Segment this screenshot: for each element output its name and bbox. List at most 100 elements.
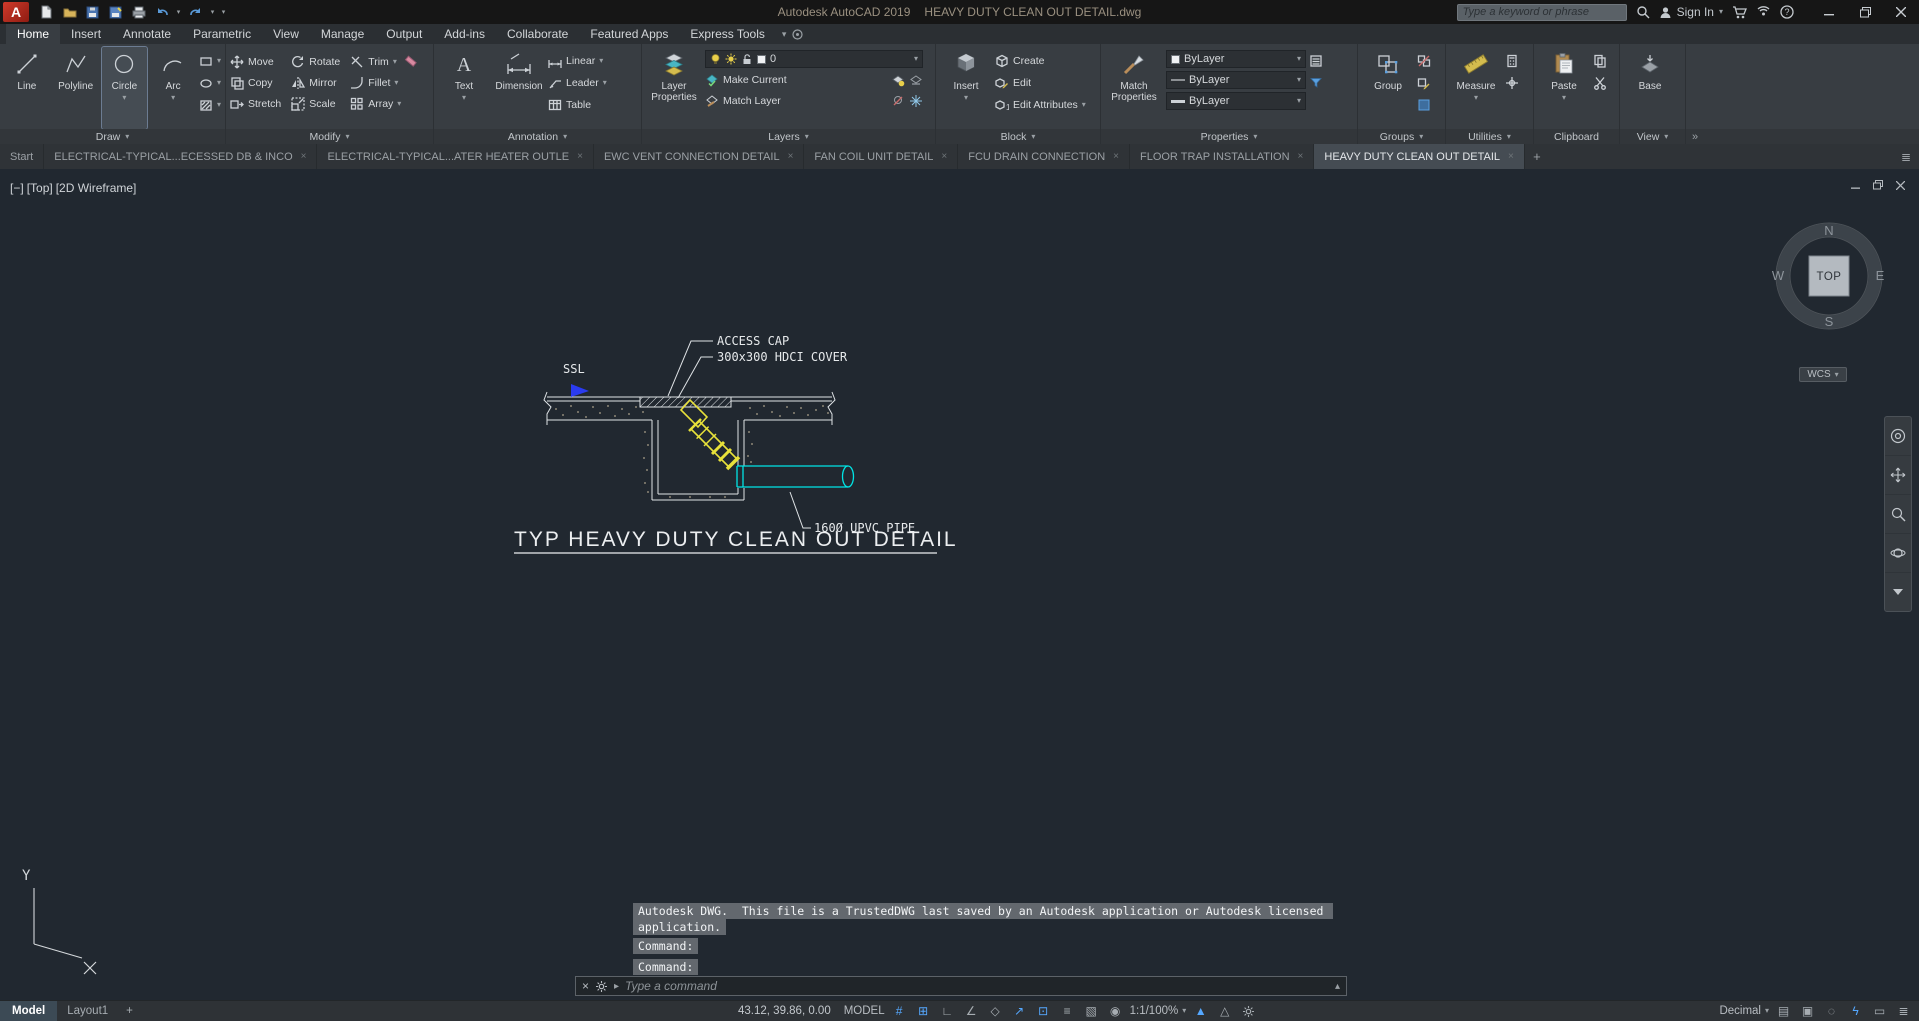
stretch-button[interactable]: Stretch <box>230 95 281 113</box>
ribbon-tab-featured-apps[interactable]: Featured Apps <box>579 24 679 44</box>
lineweight-dropdown[interactable]: ByLayer ▾ <box>1166 92 1306 110</box>
quick-select-button[interactable] <box>1309 74 1323 92</box>
insert-block-button[interactable]: Insert ▾ <box>940 47 992 129</box>
view-panel-label[interactable]: View ▾ <box>1620 129 1685 144</box>
redo-button[interactable] <box>185 2 206 22</box>
search-button[interactable] <box>1636 3 1650 21</box>
close-tab-icon[interactable]: × <box>1508 151 1514 162</box>
layout1-tab[interactable]: Layout1 <box>57 1001 118 1021</box>
new-file-button[interactable] <box>36 2 57 22</box>
ribbon-tab-collaborate[interactable]: Collaborate <box>496 24 579 44</box>
layer-dropdown[interactable]: 0 ▾ <box>705 50 923 68</box>
line-button[interactable]: Line <box>4 47 50 129</box>
command-customize-button[interactable] <box>595 980 608 993</box>
file-tab-active[interactable]: HEAVY DUTY CLEAN OUT DETAIL × <box>1314 144 1525 169</box>
open-file-button[interactable] <box>59 2 80 22</box>
plot-button[interactable] <box>128 2 149 22</box>
clipboard-panel-label[interactable]: Clipboard <box>1534 129 1619 144</box>
ribbon-tab-home[interactable]: Home <box>6 24 61 44</box>
close-button[interactable] <box>1883 0 1919 24</box>
make-current-button[interactable] <box>705 73 719 87</box>
properties-palette-button[interactable] <box>1309 52 1323 70</box>
layer-properties-button[interactable]: Layer Properties <box>646 47 702 129</box>
close-tab-icon[interactable]: × <box>1298 151 1304 162</box>
groups-panel-label[interactable]: Groups ▾ <box>1358 129 1445 144</box>
save-as-button[interactable] <box>105 2 126 22</box>
object-snap-toggle[interactable]: ⊡ <box>1034 1003 1053 1020</box>
arc-button[interactable]: Arc ▾ <box>150 47 196 129</box>
model-tab[interactable]: Model <box>0 1001 58 1021</box>
quick-properties-toggle[interactable]: ▤ <box>1774 1003 1793 1020</box>
edit-attributes-button[interactable]: 1 Edit Attributes ▾ <box>995 96 1086 114</box>
undo-button[interactable] <box>151 2 172 22</box>
file-tab[interactable]: FLOOR TRAP INSTALLATION × <box>1130 144 1315 169</box>
viewcube-east[interactable]: E <box>1876 268 1885 283</box>
command-close-button[interactable]: × <box>582 980 589 992</box>
minimize-button[interactable] <box>1811 0 1847 24</box>
ribbon-overflow-button[interactable]: » <box>1692 131 1698 143</box>
view-control[interactable]: [Top] <box>27 181 53 195</box>
command-scroll-up-button[interactable]: ▴ <box>1335 981 1340 992</box>
ribbon-tab-addins[interactable]: Add-ins <box>433 24 496 44</box>
annotation-panel-label[interactable]: Annotation ▾ <box>434 129 641 144</box>
block-panel-label[interactable]: Block ▾ <box>936 129 1100 144</box>
match-layer-label[interactable]: Match Layer <box>723 95 781 107</box>
annotation-visibility-toggle[interactable]: ▲ <box>1191 1003 1210 1020</box>
ribbon-tab-manage[interactable]: Manage <box>310 24 375 44</box>
viewport-menu-control[interactable]: [−] <box>10 181 24 195</box>
ungroup-button[interactable] <box>1417 52 1431 70</box>
ribbon-tab-express-tools[interactable]: Express Tools <box>679 24 775 44</box>
wcs-dropdown[interactable]: WCS ▾ <box>1799 367 1847 382</box>
linetype-dropdown[interactable]: ByLayer ▾ <box>1166 71 1306 89</box>
file-tab[interactable]: FCU DRAIN CONNECTION × <box>958 144 1130 169</box>
measure-button[interactable]: Measure ▾ <box>1450 47 1502 129</box>
close-tab-icon[interactable]: × <box>941 151 947 162</box>
file-tab[interactable]: ELECTRICAL-TYPICAL...ATER HEATER OUTLE × <box>317 144 594 169</box>
properties-panel-label[interactable]: Properties ▾ <box>1101 129 1357 144</box>
ortho-mode-toggle[interactable]: ∟ <box>938 1003 957 1020</box>
zoom-button[interactable] <box>1885 495 1911 534</box>
make-current-label[interactable]: Make Current <box>723 74 787 86</box>
lock-ui-button[interactable]: ▣ <box>1798 1003 1817 1020</box>
stay-connected-button[interactable] <box>1756 3 1771 21</box>
grid-toggle[interactable]: # <box>890 1003 909 1020</box>
transparency-toggle[interactable]: ▧ <box>1082 1003 1101 1020</box>
close-tab-icon[interactable]: × <box>1113 151 1119 162</box>
workspace-switching-button[interactable] <box>1239 1003 1258 1020</box>
rectangle-tool-button[interactable]: ▾ <box>199 52 221 70</box>
match-layer-button[interactable] <box>705 94 719 108</box>
trim-button[interactable]: Trim ▾ <box>350 53 401 71</box>
visual-style-control[interactable]: [2D Wireframe] <box>56 181 137 195</box>
array-button[interactable]: Array ▾ <box>350 95 401 113</box>
draw-panel-label[interactable]: Draw ▾ <box>0 129 225 144</box>
command-input[interactable] <box>625 979 1329 993</box>
redo-history-caret[interactable]: ▾ <box>208 8 217 16</box>
close-tab-icon[interactable]: × <box>577 151 583 162</box>
restore-button[interactable] <box>1847 0 1883 24</box>
copy-button[interactable]: Copy <box>230 74 281 92</box>
new-layout-button[interactable]: + <box>118 1001 141 1021</box>
id-point-button[interactable] <box>1505 74 1519 92</box>
model-space-viewport[interactable]: [−] [Top] [2D Wireframe] N S W E TOP WCS… <box>0 169 1919 1000</box>
ribbon-minimize-caret[interactable]: ▾ <box>782 29 787 40</box>
app-store-button[interactable] <box>1732 3 1747 21</box>
circle-button[interactable]: Circle ▾ <box>100 46 149 130</box>
polyline-button[interactable]: Polyline <box>53 47 99 129</box>
leader-button[interactable]: Leader ▾ <box>548 74 607 92</box>
group-button[interactable]: Group <box>1362 47 1414 129</box>
layer-freeze-button[interactable] <box>909 94 923 108</box>
table-button[interactable]: Table <box>548 96 607 114</box>
ribbon-tab-annotate[interactable]: Annotate <box>112 24 182 44</box>
undo-history-caret[interactable]: ▾ <box>174 8 183 16</box>
search-input[interactable] <box>1457 6 1626 18</box>
viewcube-west[interactable]: W <box>1772 268 1785 283</box>
drawing-minimize-button[interactable] <box>1851 181 1860 190</box>
base-view-button[interactable]: Base <box>1624 47 1676 129</box>
erase-button[interactable] <box>404 52 418 70</box>
ribbon-tab-view[interactable]: View <box>262 24 310 44</box>
ribbon-tab-insert[interactable]: Insert <box>60 24 112 44</box>
layers-panel-label[interactable]: Layers ▾ <box>642 129 935 144</box>
isolate-objects-button[interactable]: ◌ <box>1822 1003 1841 1020</box>
full-navigation-wheel-button[interactable] <box>1885 417 1911 456</box>
object-snap-tracking-toggle[interactable]: ↗ <box>1010 1003 1029 1020</box>
